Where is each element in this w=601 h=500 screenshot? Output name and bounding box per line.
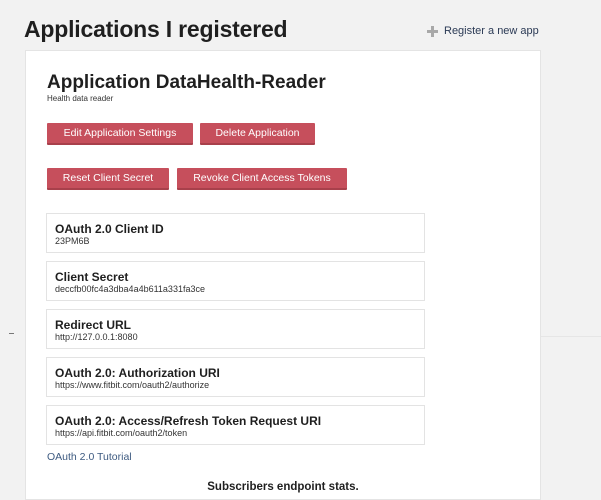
client-id-box: OAuth 2.0 Client ID 23PM6B (46, 213, 425, 253)
application-title: Application DataHealth-Reader (47, 72, 326, 93)
client-id-value: 23PM6B (55, 236, 90, 246)
subscribers-heading: Subscribers endpoint stats. (207, 481, 359, 493)
edit-application-settings-button[interactable]: Edit Application Settings (47, 123, 193, 145)
token-uri-box: OAuth 2.0: Access/Refresh Token Request … (46, 405, 425, 445)
application-description: Health data reader (47, 94, 114, 103)
divider (541, 336, 601, 337)
token-uri-value: https://api.fitbit.com/oauth2/token (55, 428, 188, 438)
divider (9, 333, 14, 334)
page-title: Applications I registered (24, 16, 288, 42)
client-secret-value: deccfb00fc4a3dba4a4b611a331fa3ce (55, 284, 205, 294)
oauth-tutorial-link[interactable]: OAuth 2.0 Tutorial (47, 451, 132, 463)
redirect-url-label: Redirect URL (55, 318, 132, 332)
plus-icon (427, 25, 438, 37)
redirect-url-box: Redirect URL http://127.0.0.1:8080 (46, 309, 425, 349)
authorization-uri-value: https://www.fitbit.com/oauth2/authorize (55, 380, 210, 390)
authorization-uri-box: OAuth 2.0: Authorization URI https://www… (46, 357, 425, 397)
authorization-uri-label: OAuth 2.0: Authorization URI (55, 366, 220, 380)
reset-client-secret-button[interactable]: Reset Client Secret (47, 168, 169, 190)
delete-application-button[interactable]: Delete Application (200, 123, 315, 145)
register-new-app-label: Register a new app (444, 25, 539, 37)
client-secret-label: Client Secret (55, 270, 129, 284)
revoke-client-access-tokens-button[interactable]: Revoke Client Access Tokens (177, 168, 347, 190)
redirect-url-value: http://127.0.0.1:8080 (55, 332, 138, 342)
register-new-app-link[interactable]: Register a new app (427, 25, 539, 37)
client-secret-box: Client Secret deccfb00fc4a3dba4a4b611a33… (46, 261, 425, 301)
client-id-label: OAuth 2.0 Client ID (55, 222, 164, 236)
application-card: Application DataHealth-Reader Health dat… (25, 50, 541, 500)
token-uri-label: OAuth 2.0: Access/Refresh Token Request … (55, 414, 322, 428)
